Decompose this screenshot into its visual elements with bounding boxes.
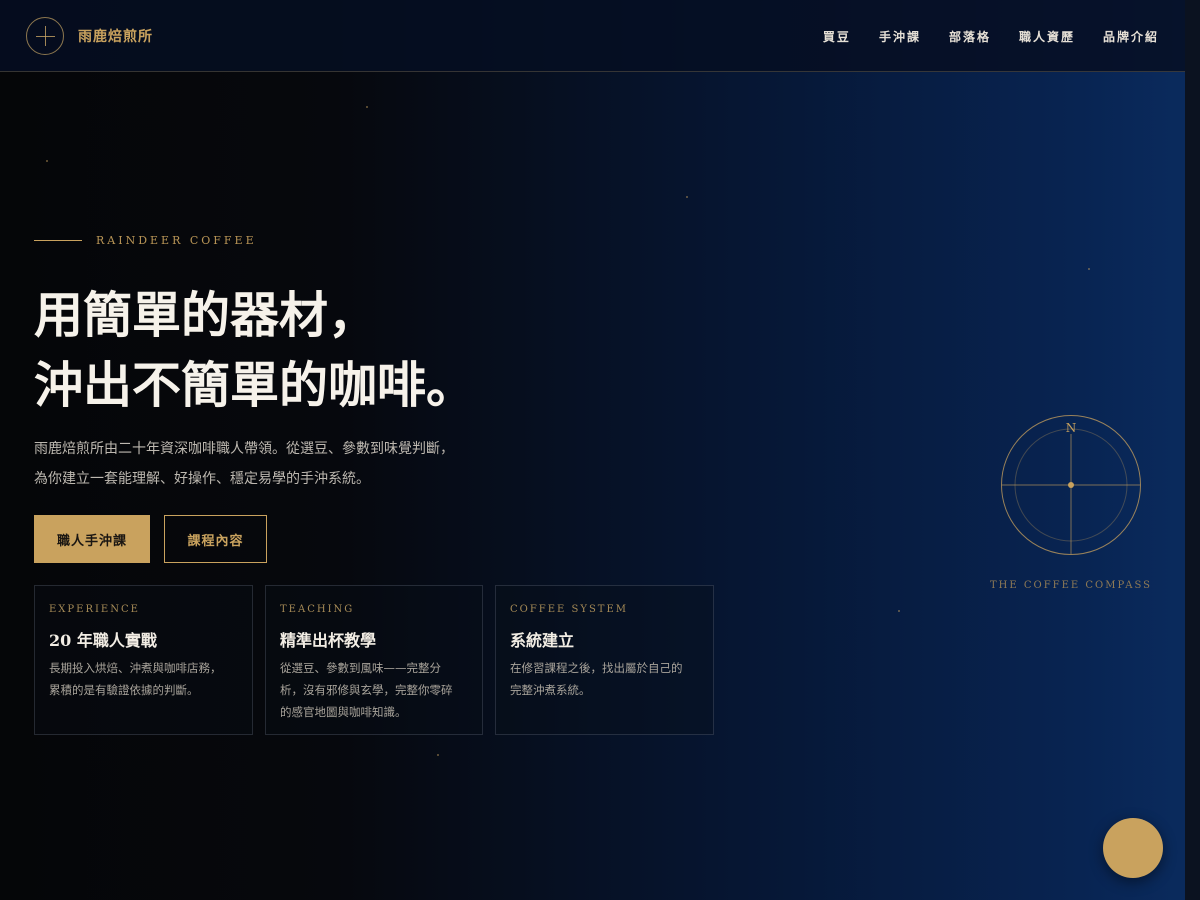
- card-desc-line: 從選豆、參數到風味——完整分: [280, 661, 441, 675]
- hero-description: 雨鹿焙煎所由二十年資深咖啡職人帶領。從選豆、參數到味覺判斷， 為你建立一套能理解…: [34, 434, 554, 494]
- card-kicker: COFFEE SYSTEM: [510, 604, 629, 615]
- hero-title: 用簡單的器材， 沖出不簡單的咖啡。: [34, 280, 475, 420]
- brand-name[interactable]: 雨鹿焙煎所: [78, 26, 153, 46]
- course-content-button[interactable]: 課程內容: [164, 515, 267, 563]
- star-dot: [366, 106, 368, 108]
- hero-desc-line-2: 為你建立一套能理解、好操作、穩定易學的手沖系統。: [34, 471, 370, 487]
- hero-title-line-2: 沖出不簡單的咖啡。: [34, 356, 476, 414]
- card-kicker: EXPERIENCE: [49, 604, 140, 615]
- card-title: 系統建立: [510, 631, 575, 650]
- hero-desc-line-1: 雨鹿焙煎所由二十年資深咖啡職人帶領。從選豆、參數到味覺判斷，: [34, 441, 454, 457]
- compass-icon: N: [1001, 415, 1141, 555]
- card-title: 20 年職人實戰: [49, 631, 157, 650]
- card-description: 長期投入烘焙、沖煮與咖啡店務， 累積的是有驗證依據的判斷。: [49, 657, 238, 701]
- nav-item-pourover-class[interactable]: 手沖課: [879, 28, 921, 45]
- nav-item-buy-beans[interactable]: 買豆: [823, 28, 851, 45]
- card-description: 在修習課程之後，找出屬於自己的 完整沖煮系統。: [510, 657, 699, 701]
- card-kicker: TEACHING: [280, 604, 355, 615]
- nav-item-blog[interactable]: 部落格: [949, 28, 991, 45]
- star-dot: [437, 754, 439, 756]
- card-desc-line: 的感官地圖與咖啡知識。: [280, 705, 407, 719]
- compass-north-label: N: [1066, 421, 1077, 435]
- nav-item-credentials[interactable]: 職人資歷: [1019, 28, 1075, 45]
- card-desc-line: 長期投入烘焙、沖煮與咖啡店務，: [49, 661, 222, 675]
- site-header: 雨鹿焙煎所 買豆 手沖課 部落格 職人資歷 品牌介紹: [0, 0, 1185, 72]
- star-dot: [1088, 268, 1090, 270]
- eyebrow-line: [34, 240, 82, 241]
- card-desc-line: 完整沖煮系統。: [510, 683, 591, 697]
- feature-card-teaching: TEACHING 精準出杯教學 從選豆、參數到風味——完整分 析，沒有邪修與玄學…: [265, 585, 483, 735]
- hero-eyebrow: RAINDEER COFFEE: [34, 234, 257, 247]
- card-desc-line: 在修習課程之後，找出屬於自己的: [510, 661, 683, 675]
- star-dot: [46, 160, 48, 162]
- feature-card-experience: EXPERIENCE 20 年職人實戰 長期投入烘焙、沖煮與咖啡店務， 累積的是…: [34, 585, 253, 735]
- card-desc-line: 累積的是有驗證依據的判斷。: [49, 683, 199, 697]
- star-dot: [898, 610, 900, 612]
- floating-action-button[interactable]: [1103, 818, 1163, 878]
- main-nav: 買豆 手沖課 部落格 職人資歷 品牌介紹: [823, 28, 1159, 45]
- pourover-class-button[interactable]: 職人手沖課: [34, 515, 150, 563]
- scrollbar[interactable]: [1185, 0, 1200, 900]
- card-desc-line: 析，沒有邪修與玄學，完整你零碎: [280, 683, 453, 697]
- star-dot: [686, 196, 688, 198]
- feature-card-coffee-system: COFFEE SYSTEM 系統建立 在修習課程之後，找出屬於自己的 完整沖煮系…: [495, 585, 714, 735]
- card-description: 從選豆、參數到風味——完整分 析，沒有邪修與玄學，完整你零碎 的感官地圖與咖啡知…: [280, 657, 468, 723]
- logo-icon[interactable]: [26, 17, 64, 55]
- card-title: 精準出杯教學: [280, 631, 377, 650]
- compass-caption: THE COFFEE COMPASS: [989, 580, 1153, 591]
- nav-item-brand-intro[interactable]: 品牌介紹: [1103, 28, 1159, 45]
- hero-title-line-1: 用簡單的器材，: [34, 286, 378, 344]
- eyebrow-text: RAINDEER COFFEE: [96, 234, 257, 247]
